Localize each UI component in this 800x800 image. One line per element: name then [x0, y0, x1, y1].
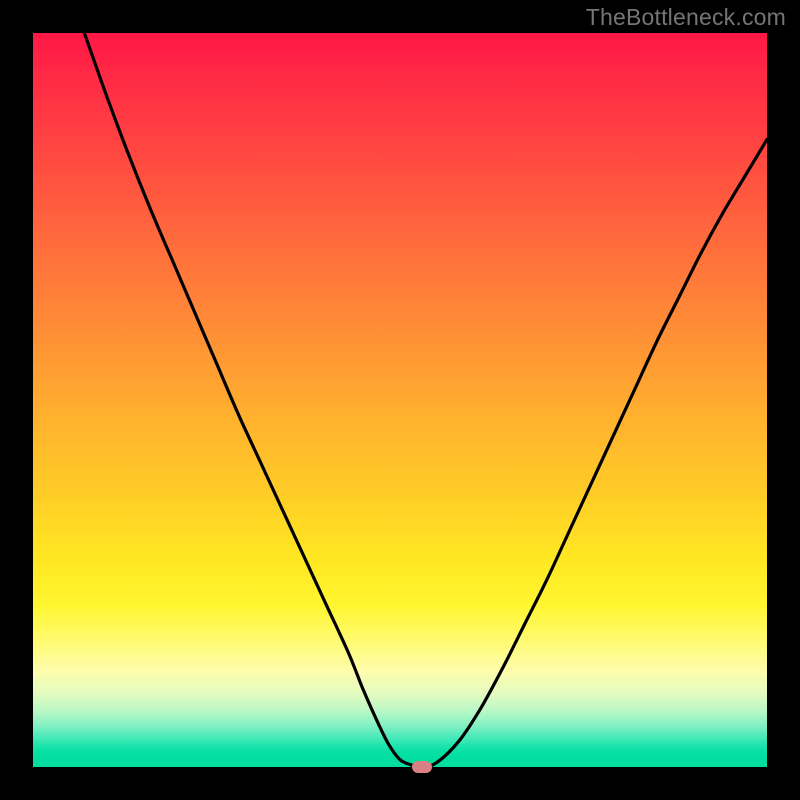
- bottleneck-curve-svg: [33, 33, 767, 767]
- minimum-marker-icon: [412, 761, 432, 773]
- chart-frame: TheBottleneck.com: [0, 0, 800, 800]
- bottleneck-curve-path: [84, 33, 767, 767]
- watermark-text: TheBottleneck.com: [586, 4, 786, 31]
